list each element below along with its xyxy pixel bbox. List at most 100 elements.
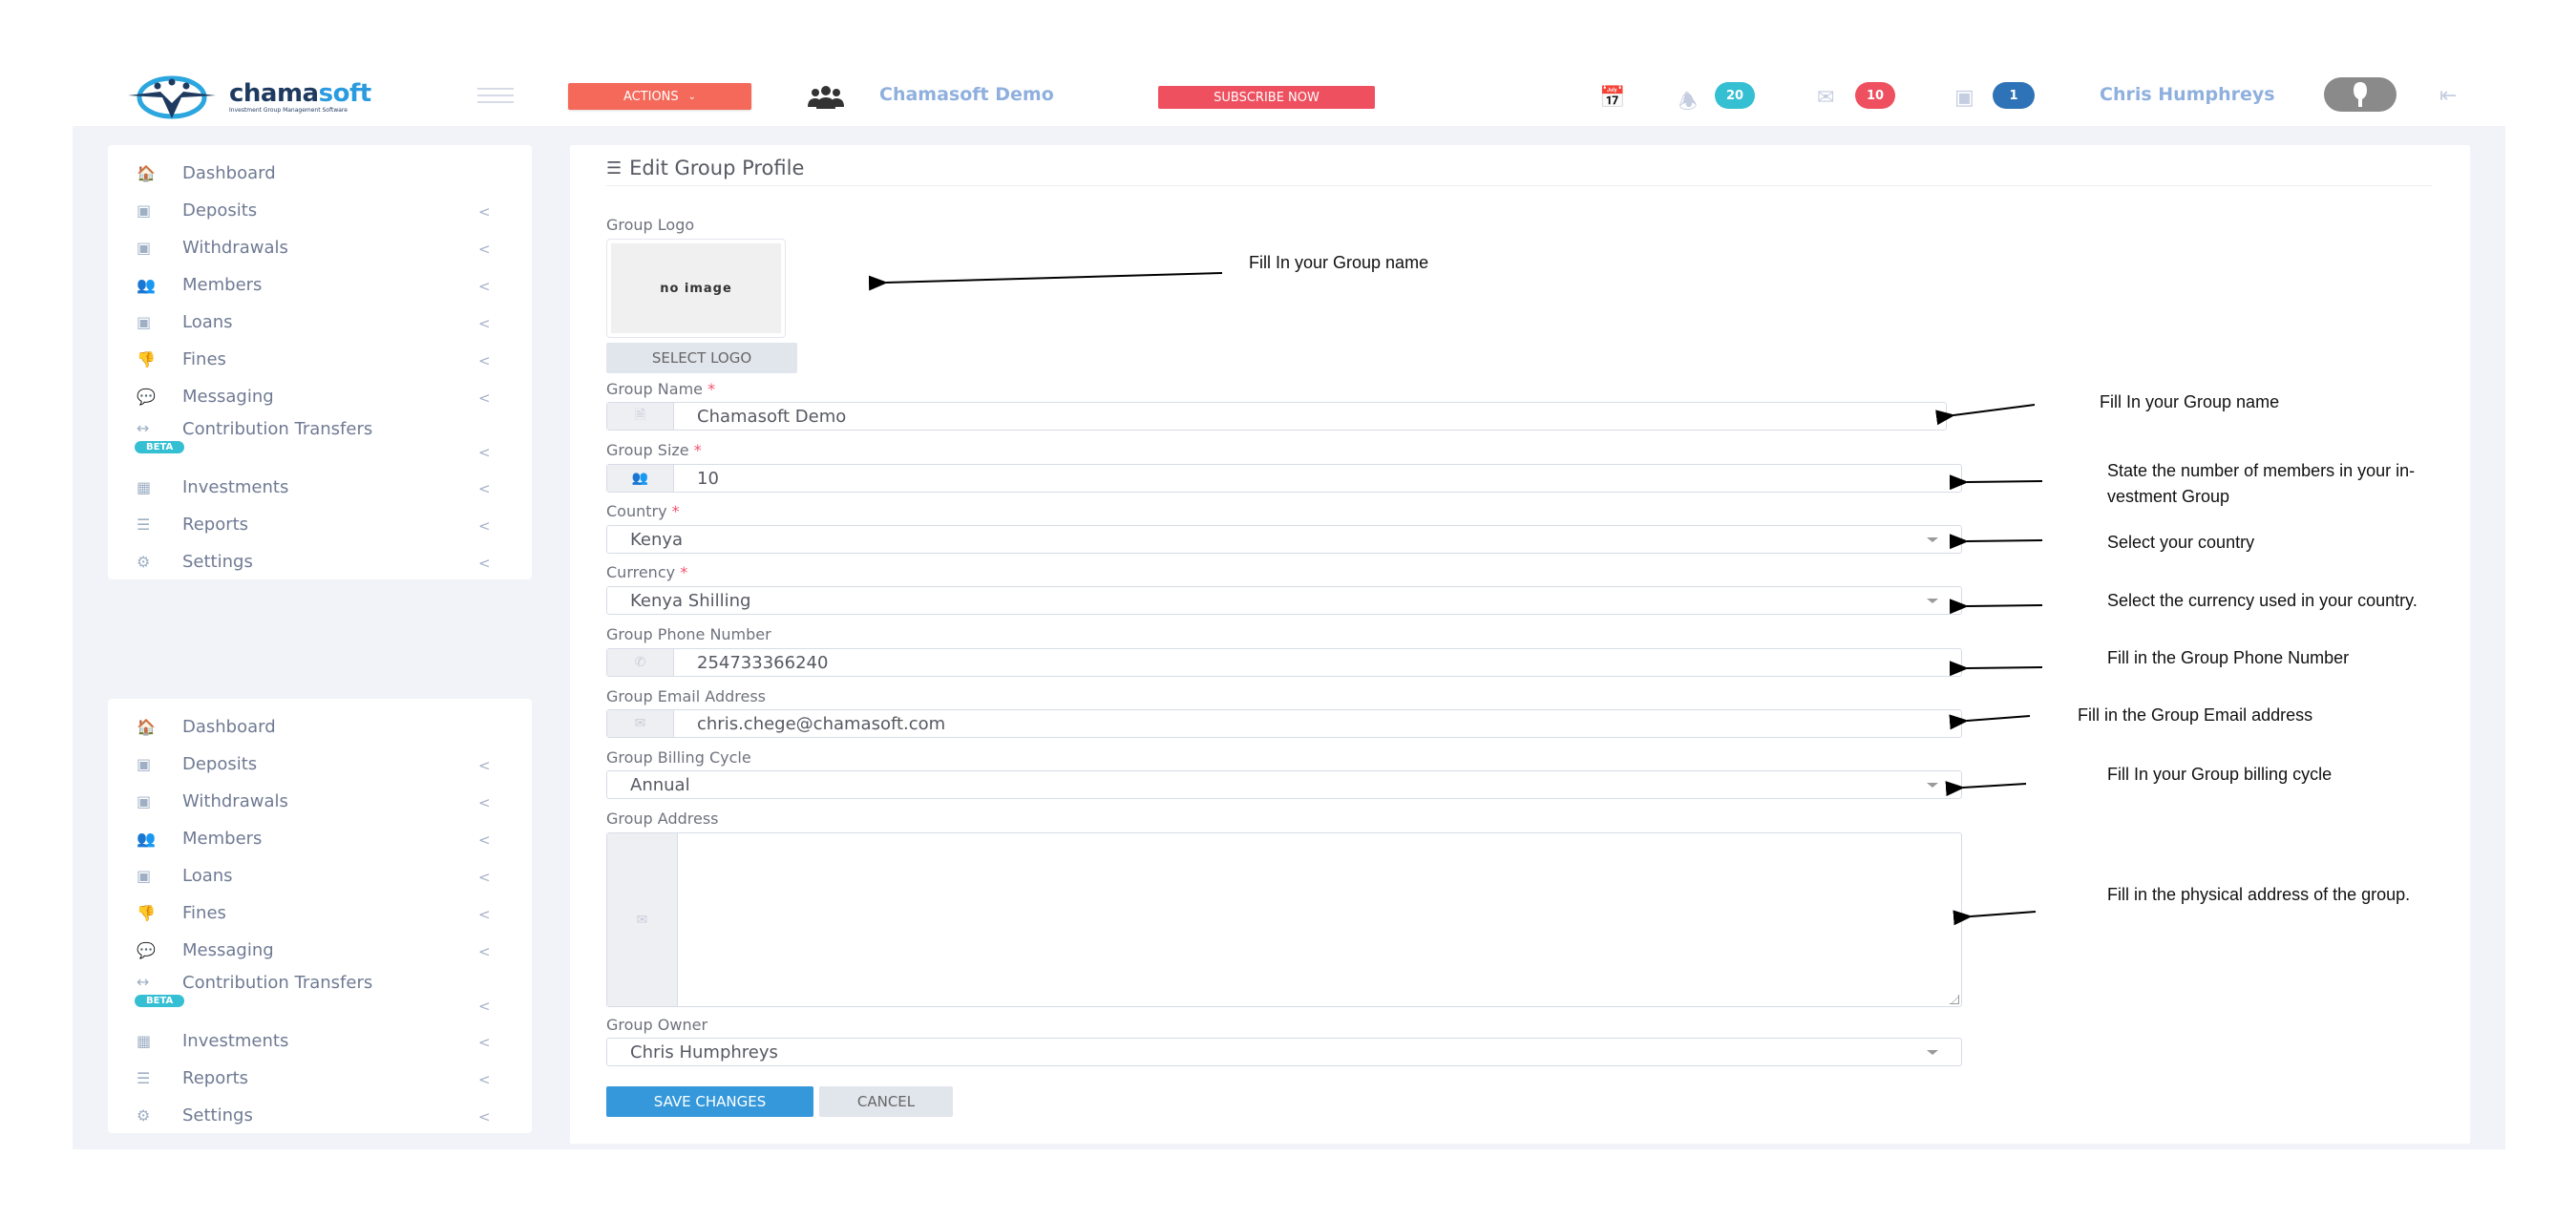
group-logo-preview: no image <box>606 239 786 338</box>
money-icon: ▣ <box>137 792 152 810</box>
money-icon[interactable]: ▣ <box>1954 86 1974 110</box>
phone-input[interactable]: ✆ 254733366240 <box>606 648 1962 677</box>
email-label: Group Email Address <box>606 687 766 705</box>
owner-label: Group Owner <box>606 1016 708 1034</box>
phone-icon: ✆ <box>607 649 674 676</box>
chevron-left-icon: < <box>478 444 491 461</box>
actions-button[interactable]: ACTIONS ⌄ <box>568 83 751 110</box>
sidebar-item-withdrawals[interactable]: ▣ Withdrawals < <box>108 783 532 820</box>
annotation-address: Fill in the physical address of the grou… <box>2107 885 2411 904</box>
bell-icon[interactable]: 🕭 <box>1679 86 1698 122</box>
arrows-horizontal-icon: ↔ <box>137 419 150 437</box>
annotation-group-size: State the number of members in your in- … <box>2107 461 2416 506</box>
gears-icon: ⚙ <box>137 553 151 571</box>
chevron-left-icon: < <box>478 943 491 960</box>
gears-icon: ⚙ <box>137 1106 151 1125</box>
current-group-link[interactable]: Chamasoft Demo <box>879 84 1054 105</box>
list-icon: ☰ <box>606 158 623 179</box>
currency-select[interactable]: Kenya Shilling <box>606 586 1962 615</box>
sidebar-item-deposits[interactable]: ▣ Deposits < <box>108 746 532 783</box>
chevron-left-icon: < <box>478 203 491 221</box>
annotation-phone: Fill in the Group Phone Number <box>2107 648 2350 667</box>
sidebar-item-reports[interactable]: ☰ Reports < <box>108 506 532 543</box>
sidebar-item-reports[interactable]: ☰ Reports < <box>108 1060 532 1097</box>
sidebar-item-label: Withdrawals <box>182 791 288 811</box>
email-input[interactable]: ✉ chris.chege@chamasoft.com <box>606 709 1962 738</box>
country-select[interactable]: Kenya <box>606 525 1962 554</box>
sidebar-item-label: Deposits <box>182 200 258 221</box>
home-icon: 🏠 <box>137 718 156 736</box>
caret-down-icon <box>1927 599 1938 603</box>
sidebar-item-messaging[interactable]: 💬 Messaging < <box>108 932 532 969</box>
sidebar-item-settings[interactable]: ⚙ Settings < <box>108 1097 532 1133</box>
chevron-left-icon: < <box>478 906 491 923</box>
building-icon: ▦ <box>137 1032 152 1050</box>
messages-badge[interactable]: 10 <box>1855 82 1896 109</box>
logo-primary-text: chama <box>229 79 319 108</box>
chevron-left-icon: < <box>478 315 491 332</box>
email-value: chris.chege@chamasoft.com <box>697 713 946 734</box>
sidebar-item-members[interactable]: 👥 Members < <box>108 820 532 857</box>
envelope-icon: ✉ <box>607 710 674 737</box>
sidebar-item-investments[interactable]: ▦ Investments < <box>108 1022 532 1060</box>
billing-cycle-select[interactable]: Annual <box>606 770 1962 799</box>
sidebar-item-fines[interactable]: 👎 Fines < <box>108 894 532 932</box>
sidebar-item-members[interactable]: 👥 Members < <box>108 266 532 304</box>
group-name-value: Chamasoft Demo <box>697 406 847 427</box>
address-textarea[interactable]: ✉ <box>606 832 1962 1007</box>
sidebar-item-investments[interactable]: ▦ Investments < <box>108 469 532 506</box>
avatar[interactable] <box>2324 77 2397 112</box>
owner-select[interactable]: Chris Humphreys <box>606 1038 1962 1066</box>
chevron-left-icon: < <box>478 241 491 258</box>
sidebar-item-label: Investments <box>182 1031 289 1051</box>
chevron-left-icon: < <box>478 998 491 1015</box>
edit-group-profile-card: ☰ Edit Group Profile Group Logo no image… <box>570 145 2470 1144</box>
document-icon: 🗎 <box>607 403 674 430</box>
menu-toggle-icon[interactable] <box>477 88 514 103</box>
notifications-badge[interactable]: 20 <box>1715 82 1756 109</box>
chevron-left-icon: < <box>478 1108 491 1125</box>
phone-label: Group Phone Number <box>606 625 771 643</box>
sidebar-item-deposits[interactable]: ▣ Deposits < <box>108 192 532 229</box>
logo-secondary-text: soft <box>318 79 372 108</box>
select-logo-button[interactable]: SELECT LOGO <box>606 343 797 373</box>
country-label: Country * <box>606 502 680 520</box>
sidebar-item-label: Withdrawals <box>182 238 288 258</box>
sidebar-item-dashboard[interactable]: 🏠 Dashboard <box>108 708 532 746</box>
user-silhouette-icon <box>2354 82 2367 107</box>
save-changes-button[interactable]: SAVE CHANGES <box>606 1086 813 1117</box>
sidebar-item-settings[interactable]: ⚙ Settings < <box>108 543 532 579</box>
logo-tagline: Investment Group Management Software <box>229 107 348 114</box>
sidebar-item-contribution-transfers[interactable]: ↔ Contribution Transfers BETA < <box>108 415 532 469</box>
sidebar-item-messaging[interactable]: 💬 Messaging < <box>108 378 532 415</box>
group-size-label: Group Size * <box>606 441 702 459</box>
logout-icon[interactable]: ⇤ <box>2439 84 2457 108</box>
home-icon: 🏠 <box>137 164 156 182</box>
chamasoft-logo[interactable]: chamasoft Investment Group Management So… <box>124 74 371 120</box>
payments-badge[interactable]: 1 <box>1993 82 2035 109</box>
billing-cycle-label: Group Billing Cycle <box>606 748 751 767</box>
sidebar-item-withdrawals[interactable]: ▣ Withdrawals < <box>108 229 532 266</box>
sidebar-item-label: Investments <box>182 477 289 497</box>
sidebar-item-loans[interactable]: ▣ Loans < <box>108 304 532 341</box>
sidebar-item-fines[interactable]: 👎 Fines < <box>108 341 532 378</box>
required-mark: * <box>693 441 702 459</box>
resize-handle[interactable] <box>1950 995 1959 1004</box>
required-mark: * <box>680 563 688 581</box>
sidebar-item-label: Fines <box>182 903 226 923</box>
envelope-open-icon[interactable]: ✉ <box>1817 86 1834 110</box>
sidebar-item-dashboard[interactable]: 🏠 Dashboard <box>108 155 532 192</box>
sidebar-item-label: Members <box>182 829 263 849</box>
sidebar-item-loans[interactable]: ▣ Loans < <box>108 857 532 894</box>
user-name[interactable]: Chris Humphreys <box>2100 84 2275 105</box>
subscribe-now-button[interactable]: SUBSCRIBE NOW <box>1158 86 1375 109</box>
sidebar-item-label: Deposits <box>182 754 258 774</box>
label-text: Currency <box>606 563 676 581</box>
sidebar-item-label: Loans <box>182 866 233 886</box>
calendar-icon[interactable]: 📅 <box>1599 86 1625 110</box>
group-size-input[interactable]: 👥 10 <box>606 464 1962 493</box>
cancel-button[interactable]: CANCEL <box>819 1086 953 1117</box>
sidebar-item-contribution-transfers[interactable]: ↔ Contribution Transfers BETA < <box>108 969 532 1022</box>
group-name-input[interactable]: 🗎 Chamasoft Demo <box>606 402 1947 431</box>
required-mark: * <box>671 502 680 520</box>
